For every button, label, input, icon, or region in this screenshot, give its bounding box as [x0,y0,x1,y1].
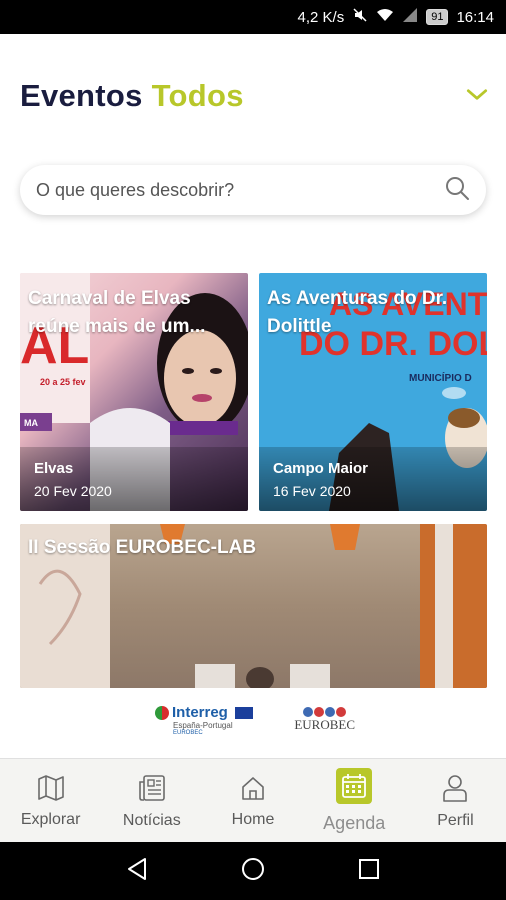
event-date: 16 Fev 2020 [273,483,351,499]
clock: 16:14 [456,8,494,26]
signal-icon [402,7,418,27]
poster-dates: 20 a 25 fev [40,377,86,387]
interreg-logo: Interreg España-Portugal EUROBEC [155,704,253,736]
nav-agenda[interactable]: Agenda [304,759,405,843]
search-input[interactable]: O que queres descobrir? [20,165,486,215]
map-icon [36,774,66,807]
event-title: Carnaval de Elvas reúne mais de um... [28,288,206,337]
status-bar: 4,2 K/s 91 16:14 [0,0,506,34]
nav-label: Notícias [122,811,181,829]
event-title: II Sessão EUROBEC-LAB [28,537,257,558]
filter-selected[interactable]: Todos [152,78,244,113]
bottom-navigation: Explorar Notícias Home Agenda Perfil [0,758,506,843]
event-title: As Aventuras do Dr. Dolittle [267,288,448,337]
event-card-dolittle[interactable]: AS AVENT DO DR. DOL MUNICÍPIO D As Avent… [259,273,487,511]
nav-explorar[interactable]: Explorar [0,759,101,843]
news-icon [137,773,167,808]
eurobec-logo: EUROBEC [294,707,355,733]
partner-logos: Interreg España-Portugal EUROBEC EUROBEC [155,696,355,744]
nav-label: Explorar [20,810,81,828]
nav-noticias[interactable]: Notícias [101,759,202,843]
page-title: Eventos Todos [20,78,244,114]
event-footer: Elvas 20 Fev 2020 [20,447,248,511]
home-circle-icon[interactable] [241,857,265,886]
recents-icon[interactable] [358,858,380,885]
calendar-icon [336,768,373,809]
poster-badge: MA [24,418,38,428]
user-icon [441,773,469,808]
search-placeholder: O que queres descobrir? [36,179,235,200]
nav-perfil[interactable]: Perfil [405,759,506,843]
nav-label: Perfil [437,811,474,829]
interreg-name: Interreg [172,704,228,721]
back-icon[interactable] [126,857,148,886]
event-location: Elvas [34,460,74,477]
nav-home[interactable]: Home [202,759,303,843]
nav-label: Agenda [323,813,386,833]
home-icon [239,774,267,807]
poster-line-3: MUNICÍPIO D [409,371,472,384]
system-navigation-bar [0,842,506,900]
battery-indicator: 91 [426,9,449,25]
event-footer: Campo Maior 16 Fev 2020 [259,447,487,511]
chevron-down-icon[interactable] [464,81,490,112]
event-date: 20 Fev 2020 [34,483,112,499]
page-header: Eventos Todos [20,76,490,116]
event-location: Campo Maior [273,460,369,477]
search-icon[interactable] [444,175,470,206]
event-card-carnaval[interactable]: AL 20 a 25 fev MA Carnaval de Elvas reún… [20,273,248,511]
nav-label: Home [231,810,275,828]
interreg-project: EUROBEC [173,730,203,736]
title-main: Eventos [20,78,143,113]
interreg-subtitle: España-Portugal [173,721,233,730]
event-card-eurobec[interactable]: II Sessão EUROBEC-LAB [20,524,487,688]
wifi-icon [376,7,394,27]
eurobec-name: EUROBEC [294,717,355,732]
mute-icon [352,7,368,27]
network-speed: 4,2 K/s [297,8,345,26]
